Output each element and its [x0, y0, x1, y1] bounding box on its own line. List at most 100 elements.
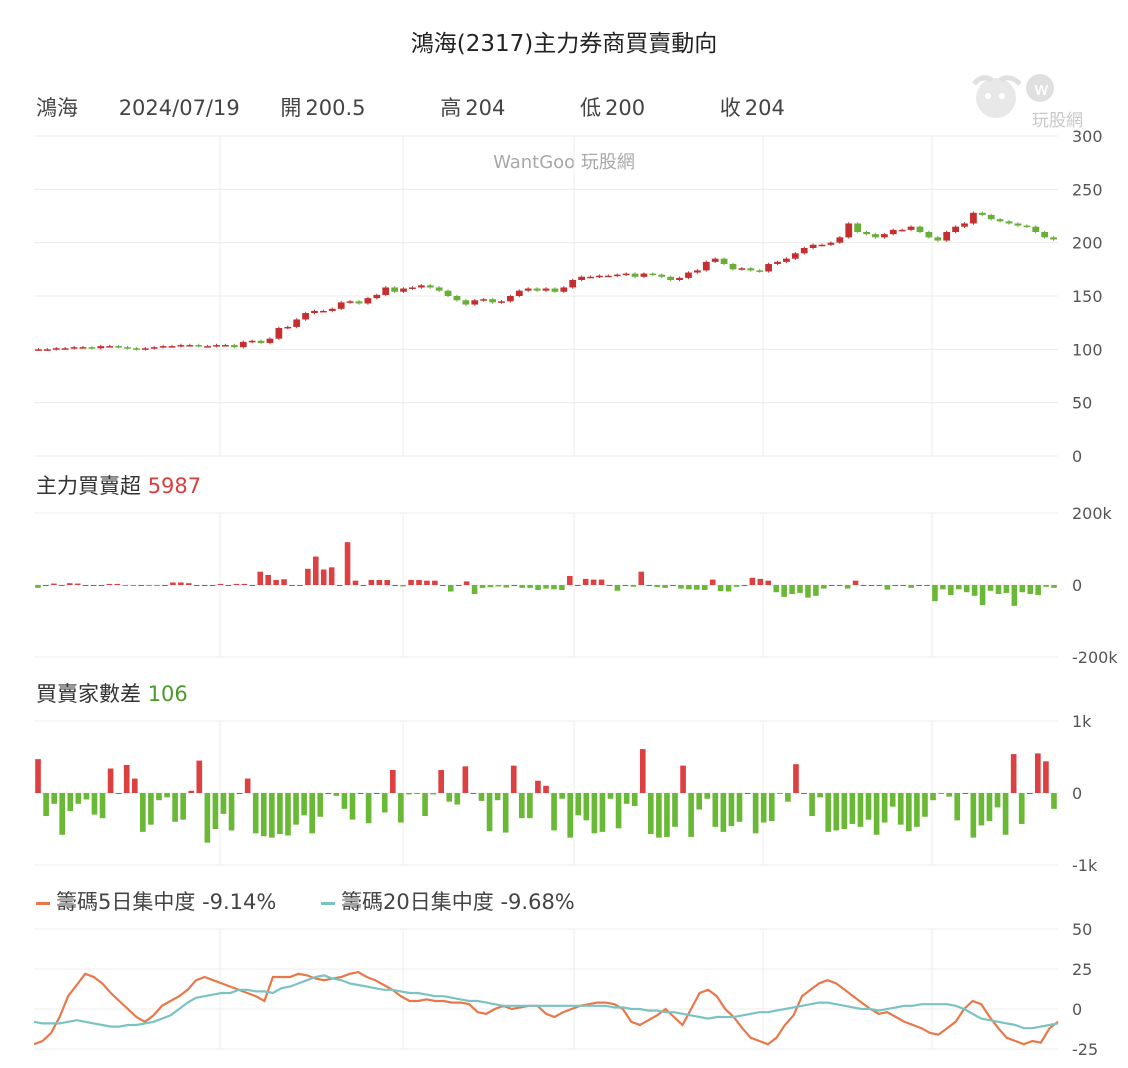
candle-body: [978, 212, 986, 215]
candle-body: [498, 301, 505, 303]
mainforce-bar: [797, 585, 803, 593]
mainforce-bar: [574, 585, 581, 586]
mainforce-bar: [527, 585, 533, 588]
mainforce-bar: [733, 585, 740, 587]
mainforce-bar: [924, 585, 930, 586]
mainforce-bar: [328, 567, 335, 585]
candle-body: [453, 296, 461, 301]
brokers-bar: [510, 765, 517, 793]
mainforce-bar: [344, 542, 351, 585]
brokers-bar: [817, 793, 823, 798]
brokers-bar: [1018, 793, 1025, 824]
candle-body: [417, 285, 425, 288]
mainforce-bar: [98, 585, 105, 586]
candle-body: [382, 287, 390, 295]
brokers-bar: [381, 793, 388, 813]
mainforce-bar: [701, 585, 708, 591]
mainforce-bar: [821, 585, 827, 589]
brokers-bar: [398, 793, 404, 823]
brokers-bar: [51, 793, 57, 804]
brokers-bar: [994, 793, 1001, 808]
candle-body: [409, 287, 416, 289]
mainforce-bar: [622, 585, 629, 586]
candle-body: [649, 273, 657, 276]
mainforce-bar: [582, 578, 589, 585]
brokers-bar: [414, 793, 420, 794]
mainforce-bar: [654, 585, 660, 588]
mainforce-bar: [35, 585, 41, 588]
brokers-bar: [591, 793, 598, 834]
brokers-bar: [518, 793, 525, 819]
mainforce-bar: [1035, 585, 1041, 596]
mainforce-bar: [805, 585, 811, 598]
mainforce-bar: [471, 585, 478, 594]
brokers-bar: [309, 793, 315, 834]
candle-body: [863, 232, 870, 235]
candle-body: [239, 341, 247, 348]
mainforce-bar: [138, 585, 144, 586]
brokers-bar: [357, 793, 364, 794]
candle-body: [426, 285, 434, 288]
mainforce-bar: [281, 579, 287, 585]
candle-body: [70, 347, 78, 349]
brokers-bar: [325, 793, 332, 794]
candle-body: [346, 301, 354, 303]
candle-body: [124, 347, 131, 349]
mainforce-bar: [66, 583, 73, 585]
mainforce-bar: [432, 580, 438, 585]
brokers-bar: [180, 793, 186, 820]
brokers-bar: [849, 793, 856, 824]
mainforce-bar: [440, 585, 446, 586]
mainforce-bar: [368, 579, 375, 585]
brokers-tick-label: 0: [1072, 784, 1082, 803]
brokers-bar: [946, 793, 952, 797]
brokers-bar: [954, 793, 961, 821]
candle-body: [613, 274, 621, 277]
brokers-bar: [406, 793, 412, 795]
brokers-bar: [107, 768, 114, 793]
candle-body: [177, 345, 185, 347]
brokers-bar: [293, 793, 299, 825]
candle-body: [115, 346, 122, 348]
brokers-bar: [785, 793, 791, 802]
brokers-bar: [744, 793, 751, 794]
mainforce-bar: [987, 585, 994, 591]
brokers-bar: [906, 793, 912, 832]
brokers-bar: [825, 793, 832, 832]
candle-body: [809, 244, 817, 248]
brokers-bar: [752, 793, 759, 834]
mainforce-bar: [59, 585, 65, 586]
conc-line-20d: [33, 974, 1059, 1030]
mainforce-bar: [186, 583, 192, 585]
mainforce-bar: [463, 581, 470, 585]
brokers-bar: [91, 793, 98, 815]
candle-body: [35, 349, 42, 351]
price-tick-label: 150: [1072, 287, 1103, 306]
conc-tick-label: 50: [1072, 920, 1092, 939]
brokers-bar: [938, 793, 944, 794]
brokers-bar: [873, 793, 880, 835]
mainforce-bar: [241, 583, 248, 585]
candle-body: [925, 232, 933, 238]
candle-body: [391, 287, 399, 292]
mainforce-bar: [209, 585, 216, 586]
brokers-bar: [551, 793, 557, 831]
mainforce-bar: [273, 579, 279, 585]
candle-body: [230, 345, 238, 348]
candle-body: [720, 258, 728, 264]
brokers-bar: [768, 793, 775, 822]
candle-body: [640, 273, 648, 277]
brokers-bar: [196, 760, 203, 793]
candle-body: [783, 258, 790, 262]
brokers-bar: [704, 793, 711, 799]
mainforce-bar: [860, 585, 867, 586]
mainforce-bar: [932, 585, 938, 602]
brokers-bar: [35, 759, 41, 793]
brokers-bar: [930, 793, 936, 801]
brokers-bar: [567, 793, 574, 838]
mainforce-bar: [686, 585, 692, 590]
brokers-bar: [131, 778, 138, 793]
mainforce-bar: [416, 579, 422, 585]
mainforce-bar: [725, 585, 732, 592]
brokers-bar: [115, 793, 122, 794]
